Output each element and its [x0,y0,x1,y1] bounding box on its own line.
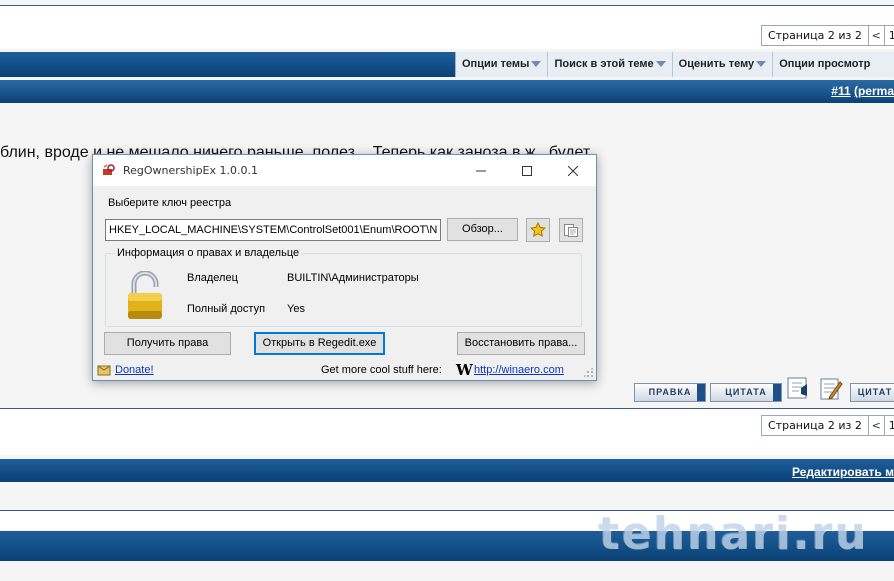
rate-thread-label: Оценить тему [678,58,755,70]
thread-options-label: Опции темы [462,58,530,70]
site-watermark: tehnari.ru [598,508,868,559]
pager-page-1[interactable]: 1 [885,416,894,435]
thread-options-menu[interactable]: Опции темы [456,52,549,77]
app-icon [103,164,115,175]
donate-icon [97,365,111,376]
copy-key-button[interactable] [559,218,583,242]
open-regedit-button[interactable]: Открыть в Regedit.exe [254,332,385,355]
registry-key-input[interactable] [105,219,441,241]
copy-icon [564,224,578,237]
top-white-band [0,6,894,49]
pager-prev-button[interactable]: < [869,26,885,45]
dropdown-arrow-icon [655,61,666,68]
get-rights-button[interactable]: Получить права [104,332,231,355]
top-divider [0,5,894,6]
close-icon [568,165,578,176]
favorites-button[interactable] [526,218,550,242]
quote-post-button-2[interactable]: ЦИТАТ [850,383,894,402]
button-cap [697,384,705,401]
status-bar: Donate! Get more cool stuff here: W http… [93,360,596,380]
rights-info-group-title: Информация о правах и владельце [115,247,302,259]
post-number-link[interactable]: #11 [831,84,850,98]
close-button[interactable] [550,155,596,186]
cool-stuff-text: Get more cool stuff here: [321,364,442,376]
quote-post-button[interactable]: ЦИТАТА [710,383,782,402]
key-label: Выберите ключ реестра [108,197,232,209]
star-icon [530,222,546,238]
title-bar[interactable]: RegOwnershipEx 1.0.0.1 [93,155,596,186]
post-number: #11 (perma [831,84,894,98]
restore-rights-button[interactable]: Восстановить права... [457,332,585,355]
bottom-white-band [0,409,894,455]
full-access-label: Полный доступ [187,303,266,315]
pager-label: Страница 2 из 2 [762,416,869,435]
full-access-value: Yes [287,303,305,315]
owner-label: Владелец [187,272,238,284]
view-options-menu[interactable]: Опции просмотр [773,52,876,77]
winaero-link[interactable]: http://winaero.com [474,364,564,376]
quote-post-label-2: ЦИТАТ [857,387,893,397]
padlock-icon [128,271,162,319]
dropdown-arrow-icon [531,61,542,68]
pager-top: Страница 2 из 2 < 1 [761,25,894,46]
rights-info-group [105,253,582,327]
rate-thread-menu[interactable]: Оценить тему [673,52,774,77]
resize-grip-icon[interactable] [584,368,594,378]
maximize-button[interactable] [504,155,550,186]
minimize-button[interactable] [458,155,504,186]
minimize-icon [476,170,486,171]
edit-post-label: ПРАВКА [648,387,692,397]
view-options-label: Опции просмотр [779,58,871,70]
dropdown-arrow-icon [756,61,767,68]
donate-link[interactable]: Donate! [115,364,154,376]
pager-bottom: Страница 2 из 2 < 1 [761,415,894,436]
quick-reply-icon[interactable] [818,376,843,400]
multiquote-icon[interactable] [786,376,810,400]
browse-button[interactable]: Обзор... [447,218,518,241]
regownershipex-dialog: RegOwnershipEx 1.0.0.1 Выберите ключ рее… [92,154,597,381]
edit-footer-link[interactable]: Редактировать м [792,465,894,479]
edit-post-button[interactable]: ПРАВКА [634,383,706,402]
window-title: RegOwnershipEx 1.0.0.1 [123,164,258,177]
thread-options-nav: Опции темы Поиск в этой теме Оценить тем… [455,52,894,77]
thread-search-label: Поиск в этой теме [554,58,654,70]
footer-bar [0,459,894,482]
pager-label: Страница 2 из 2 [762,26,869,45]
permalink-link[interactable]: (perma [854,84,894,98]
button-cap [773,384,781,401]
thread-search-menu[interactable]: Поиск в этой теме [548,52,673,77]
post-header: #11 (perma [0,80,894,103]
pager-prev-button[interactable]: < [869,416,885,435]
maximize-icon [522,165,532,176]
winaero-logo-icon: W [456,361,473,379]
owner-value: BUILTIN\Администраторы [287,272,419,284]
quote-post-label: ЦИТАТА [725,387,767,397]
pager-page-1[interactable]: 1 [885,26,894,45]
